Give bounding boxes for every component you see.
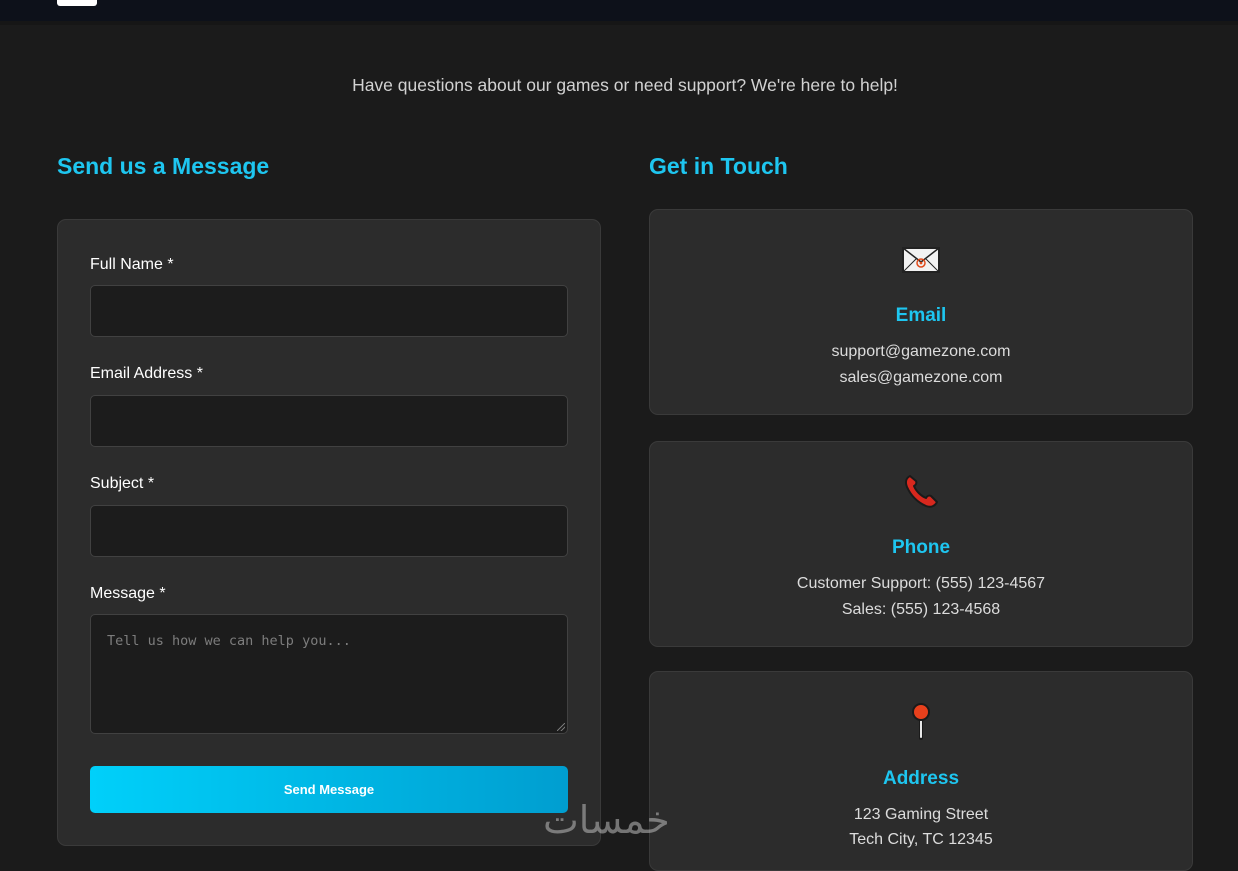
phone-icon <box>650 472 1192 510</box>
phone-sales[interactable]: Sales: (555) 123-4568 <box>650 601 1192 619</box>
top-nav-bar <box>0 0 1238 25</box>
email-card: Email support@gamezone.com sales@gamezon… <box>649 209 1193 415</box>
subject-label: Subject * <box>90 475 155 492</box>
message-placeholder: Tell us how we can help you... <box>107 633 351 649</box>
address-card: Address 123 Gaming Street Tech City, TC … <box>649 671 1193 871</box>
phone-card-title: Phone <box>891 537 951 558</box>
email-label: Email Address * <box>90 365 203 382</box>
intro-text: Have questions about our games or need s… <box>352 75 898 95</box>
contact-form: Full Name * Email Address * Subject * Me… <box>57 219 601 846</box>
form-title: Send us a Message <box>57 153 270 179</box>
address-card-title: Address <box>882 768 960 789</box>
email-sales[interactable]: sales@gamezone.com <box>650 369 1192 387</box>
send-message-button[interactable]: Send Message <box>90 766 568 813</box>
message-label: Message * <box>90 585 166 602</box>
address-line-2: Tech City, TC 12345 <box>849 831 993 848</box>
phone-support[interactable]: Customer Support: (555) 123-4567 <box>650 575 1192 593</box>
subject-input[interactable] <box>90 505 568 557</box>
message-textarea[interactable]: Tell us how we can help you... <box>90 614 568 734</box>
full-name-input[interactable] <box>90 285 568 337</box>
phone-card: Phone Customer Support: (555) 123-4567 S… <box>649 441 1193 647</box>
pin-icon <box>650 702 1192 742</box>
full-name-label: Full Name * <box>90 256 174 273</box>
email-card-title: Email <box>895 305 947 326</box>
contact-title: Get in Touch <box>649 153 788 179</box>
address-line-1: 123 Gaming Street <box>853 806 989 823</box>
resize-handle-icon[interactable] <box>557 723 565 731</box>
watermark: خمسات <box>543 798 670 842</box>
envelope-icon <box>650 246 1192 274</box>
site-logo[interactable] <box>57 0 97 6</box>
email-input[interactable] <box>90 395 568 447</box>
email-support[interactable]: support@gamezone.com <box>650 343 1192 361</box>
